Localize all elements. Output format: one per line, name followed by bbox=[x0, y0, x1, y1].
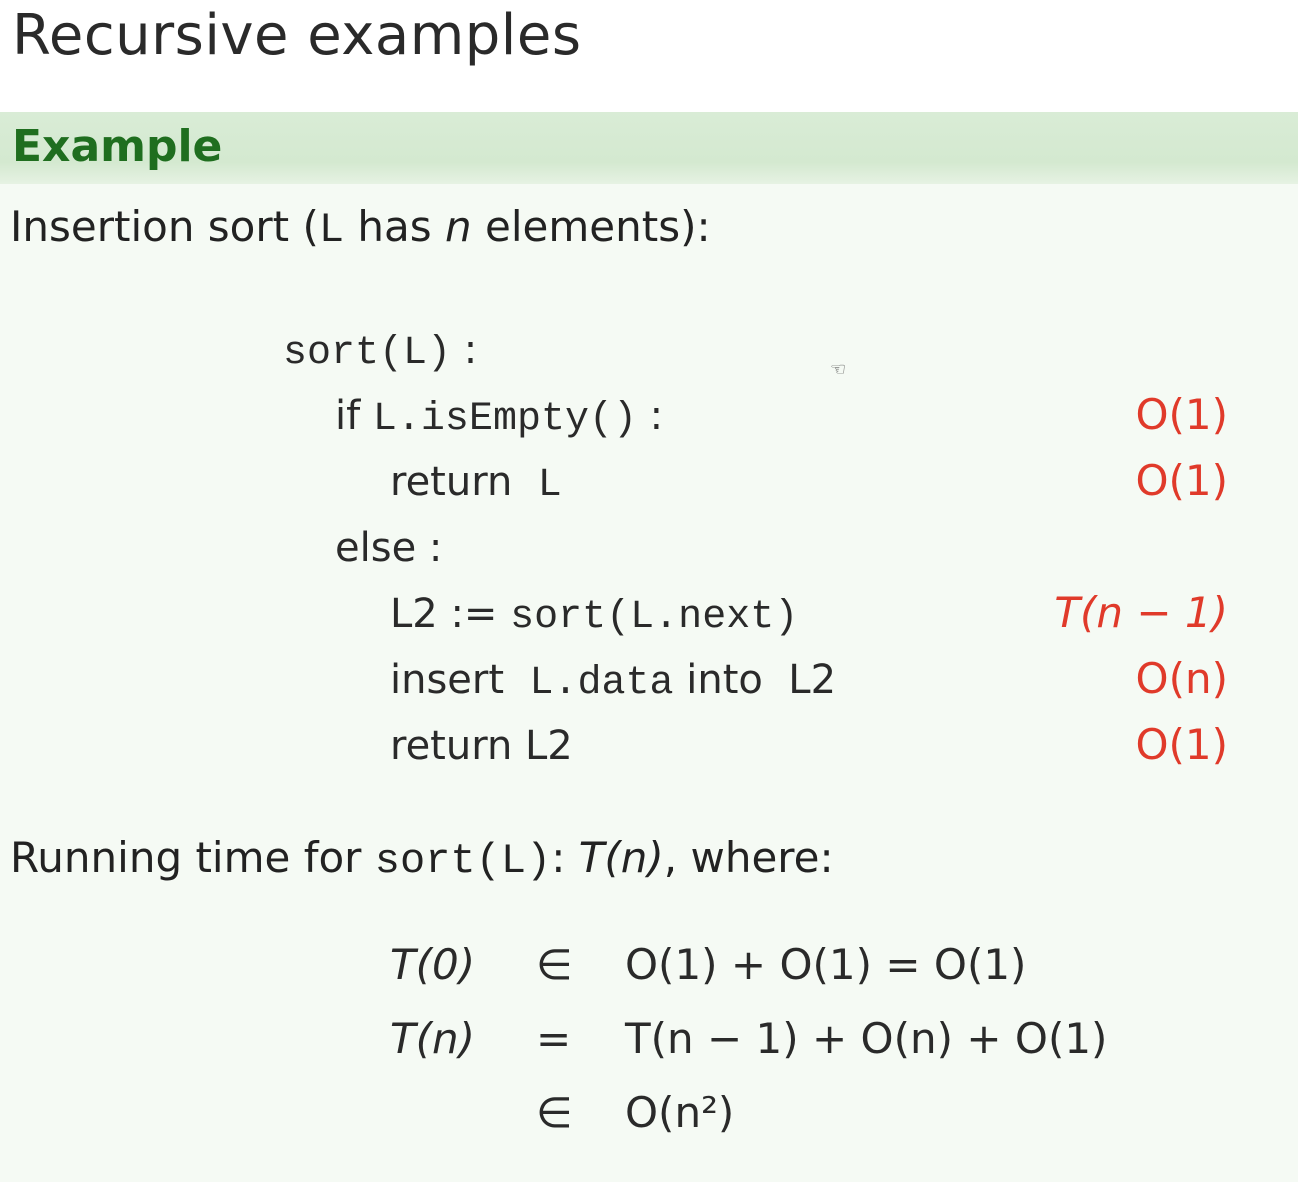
cost-line-if: O(1) bbox=[1135, 390, 1228, 439]
intro-text: Insertion sort (L has n elements): bbox=[10, 206, 711, 254]
running-call: sort(L) bbox=[374, 837, 552, 885]
intro-has: has bbox=[344, 202, 446, 251]
hand-cursor-icon: ☜ bbox=[830, 359, 847, 380]
code-token: return L2 bbox=[390, 723, 573, 769]
code-line-insert: insert L.data into L2 bbox=[390, 660, 836, 704]
intro-list-var: L bbox=[318, 206, 345, 254]
cost-line-insert: O(n) bbox=[1135, 654, 1228, 703]
running-func: T(n) bbox=[578, 833, 664, 882]
intro-prefix: Insertion sort ( bbox=[10, 202, 319, 251]
equation-rhs: O(n²) bbox=[625, 1088, 735, 1137]
code-token: : bbox=[636, 393, 664, 439]
code-line-if: if L.isEmpty() : bbox=[335, 396, 663, 440]
code-token: if bbox=[335, 393, 373, 439]
running-prefix: Running time for bbox=[10, 833, 375, 882]
code-token: else : bbox=[335, 525, 443, 571]
equation-relation: ∈ bbox=[536, 1088, 573, 1137]
intro-n: n bbox=[445, 202, 472, 251]
equation-rhs: O(1) + O(1) = O(1) bbox=[625, 940, 1027, 989]
equation-relation: ∈ bbox=[536, 940, 573, 989]
cost-line-return-l2: O(1) bbox=[1135, 720, 1228, 769]
code-line-sort-header: sort(L) : bbox=[283, 330, 477, 374]
code-token: sort(L) bbox=[283, 331, 452, 376]
cost-line-recursive-call: T(n − 1) bbox=[1054, 588, 1228, 637]
equation-lhs: T(0) bbox=[390, 940, 476, 989]
equation-lhs: T(n) bbox=[390, 1014, 476, 1063]
code-token: L2 := bbox=[390, 591, 511, 637]
slide-title: Recursive examples bbox=[12, 3, 582, 68]
running-colon: : bbox=[551, 833, 579, 882]
code-token: L bbox=[537, 463, 562, 508]
example-block-header: Example bbox=[0, 112, 1298, 184]
code-token: insert bbox=[390, 657, 530, 703]
intro-suffix: elements): bbox=[471, 202, 711, 251]
code-token: : bbox=[451, 327, 478, 373]
running-time-text: Running time for sort(L): T(n), where: bbox=[10, 837, 834, 885]
code-line-else: else : bbox=[335, 528, 442, 568]
equation-rhs: T(n − 1) + O(n) + O(1) bbox=[625, 1014, 1108, 1063]
code-token: L.data bbox=[529, 661, 674, 706]
code-token: L.isEmpty() bbox=[372, 397, 637, 442]
code-line-recursive-call: L2 := sort(L.next) bbox=[390, 594, 798, 638]
equation-relation: = bbox=[536, 1014, 572, 1063]
code-line-return-l2: return L2 bbox=[390, 726, 573, 766]
running-suffix: , where: bbox=[663, 833, 834, 882]
code-token: into L2 bbox=[673, 657, 837, 703]
code-line-return-l: return L bbox=[390, 462, 562, 506]
example-block-title: Example bbox=[12, 121, 223, 172]
code-token: sort(L.next) bbox=[510, 595, 799, 640]
code-token: return bbox=[390, 459, 538, 505]
cost-line-return-l: O(1) bbox=[1135, 456, 1228, 505]
